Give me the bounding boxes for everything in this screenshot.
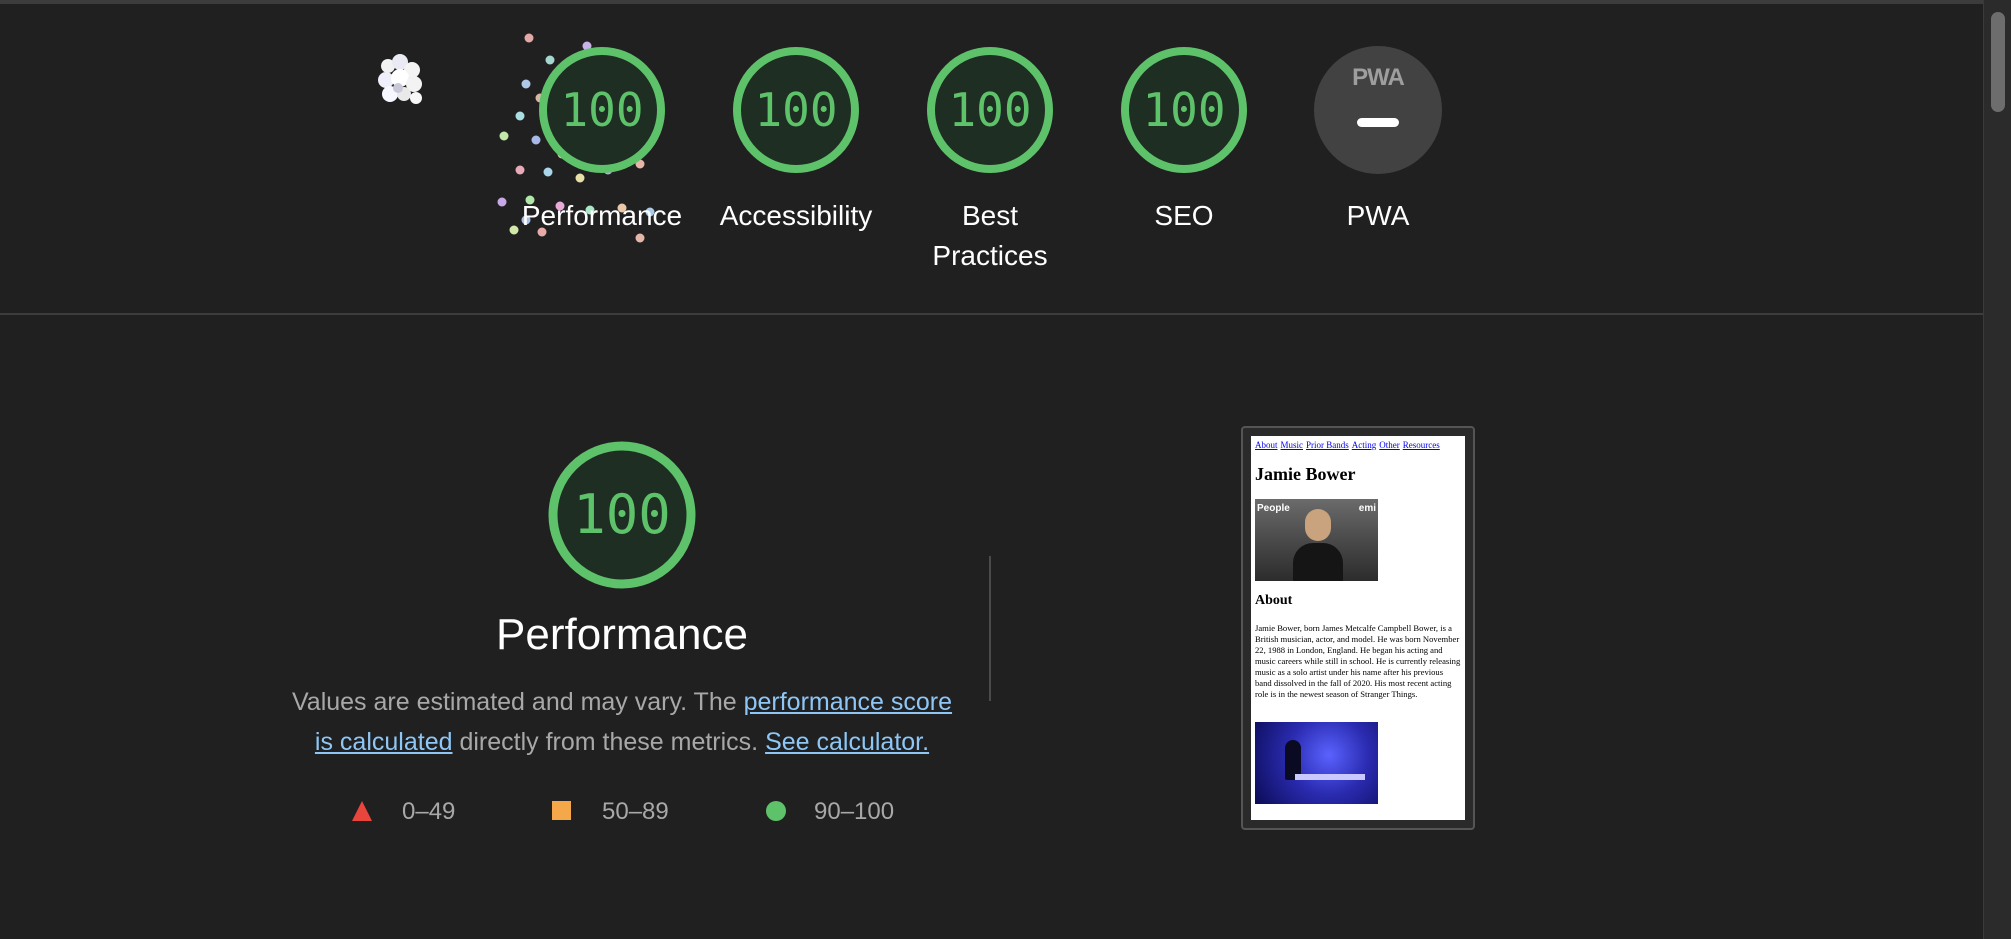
gauge-score: 100 [1142, 83, 1226, 137]
section-divider [989, 556, 991, 701]
gauge-best-practices[interactable]: 100 Best Practices [893, 46, 1087, 276]
description-text: directly from these metrics. [452, 728, 766, 756]
pwa-badge-icon: PWA [1314, 46, 1442, 174]
thumbnail-heading: Jamie Bower [1255, 464, 1356, 484]
performance-title: Performance [496, 610, 748, 659]
photo-face [1305, 509, 1331, 541]
thumbnail-paragraph: Jamie Bower, born James Metcalfe Campbel… [1255, 623, 1461, 699]
thumbnail-nav-link: Acting [1351, 440, 1377, 450]
legend-range: 90–100 [814, 798, 895, 825]
performance-score-gauge: 100 [547, 440, 697, 590]
thumbnail-nav-link: Other [1379, 440, 1400, 450]
scrollbar-thumb[interactable] [1991, 12, 2005, 112]
photo-body [1293, 543, 1343, 581]
circle-icon [766, 801, 786, 821]
gauge-accessibility[interactable]: 100 Accessibility [699, 46, 893, 236]
description-text: Values are estimated and may vary. The [291, 688, 744, 716]
gauge-seo[interactable]: 100 SEO [1087, 46, 1281, 236]
thumbnail-nav-link: About [1255, 440, 1278, 450]
gauge-score: 100 [948, 83, 1032, 137]
see-calculator-link[interactable]: See calculator. [765, 728, 929, 756]
screenshot-page: About Music Prior Bands Acting Other Resource… [1251, 436, 1465, 820]
dash-icon [1357, 118, 1399, 127]
gauge-score: 100 [560, 83, 644, 137]
vertical-scrollbar[interactable] [1983, 0, 2011, 939]
square-icon [552, 801, 571, 820]
thumbnail-subheading: About [1255, 593, 1293, 608]
photo-brand-text: emi [1358, 503, 1376, 514]
gauge-label: Performance [521, 200, 683, 231]
photo-brand-text: People [1257, 503, 1290, 514]
score-legend: 0–49 50–89 90–100 [350, 797, 910, 829]
thumbnail-nav-link: Resources [1402, 440, 1440, 450]
thumbnail-nav-link: Prior Bands [1306, 440, 1349, 450]
final-screenshot[interactable]: About Music Prior Bands Acting Other Resource… [1241, 426, 1475, 830]
gauge-pwa[interactable]: PWA PWA [1281, 46, 1475, 236]
pwa-badge-text: PWA [1352, 64, 1405, 91]
legend-range: 50–89 [602, 798, 669, 825]
gauge-performance[interactable]: 100 Performance [505, 46, 699, 236]
thumbnail-photo-portrait: People emi [1255, 499, 1378, 581]
score-header: 100 Performance 100 Accessibility 100 Be… [0, 0, 1983, 315]
gauge-label: Best Practices [932, 200, 1048, 271]
performance-score: 100 [573, 483, 671, 546]
gauge-label: Accessibility [719, 200, 873, 231]
legend-range: 0–49 [402, 798, 456, 825]
thumbnail-nav: About Music Prior Bands Acting Other Resource… [1255, 440, 1443, 450]
performance-description: Values are estimated and may vary. The p… [290, 682, 954, 762]
lighthouse-report: 100 Performance 100 Accessibility 100 Be… [0, 0, 2011, 939]
photo-keyboard [1295, 774, 1365, 780]
gauge-score: 100 [754, 83, 838, 137]
gauge-label: PWA [1346, 200, 1410, 231]
thumbnail-photo-concert [1255, 722, 1378, 804]
gauge-label: SEO [1154, 200, 1214, 231]
triangle-icon [352, 801, 372, 821]
lighthouse-logo-icon [378, 54, 422, 104]
thumbnail-nav-link: Music [1280, 440, 1304, 450]
